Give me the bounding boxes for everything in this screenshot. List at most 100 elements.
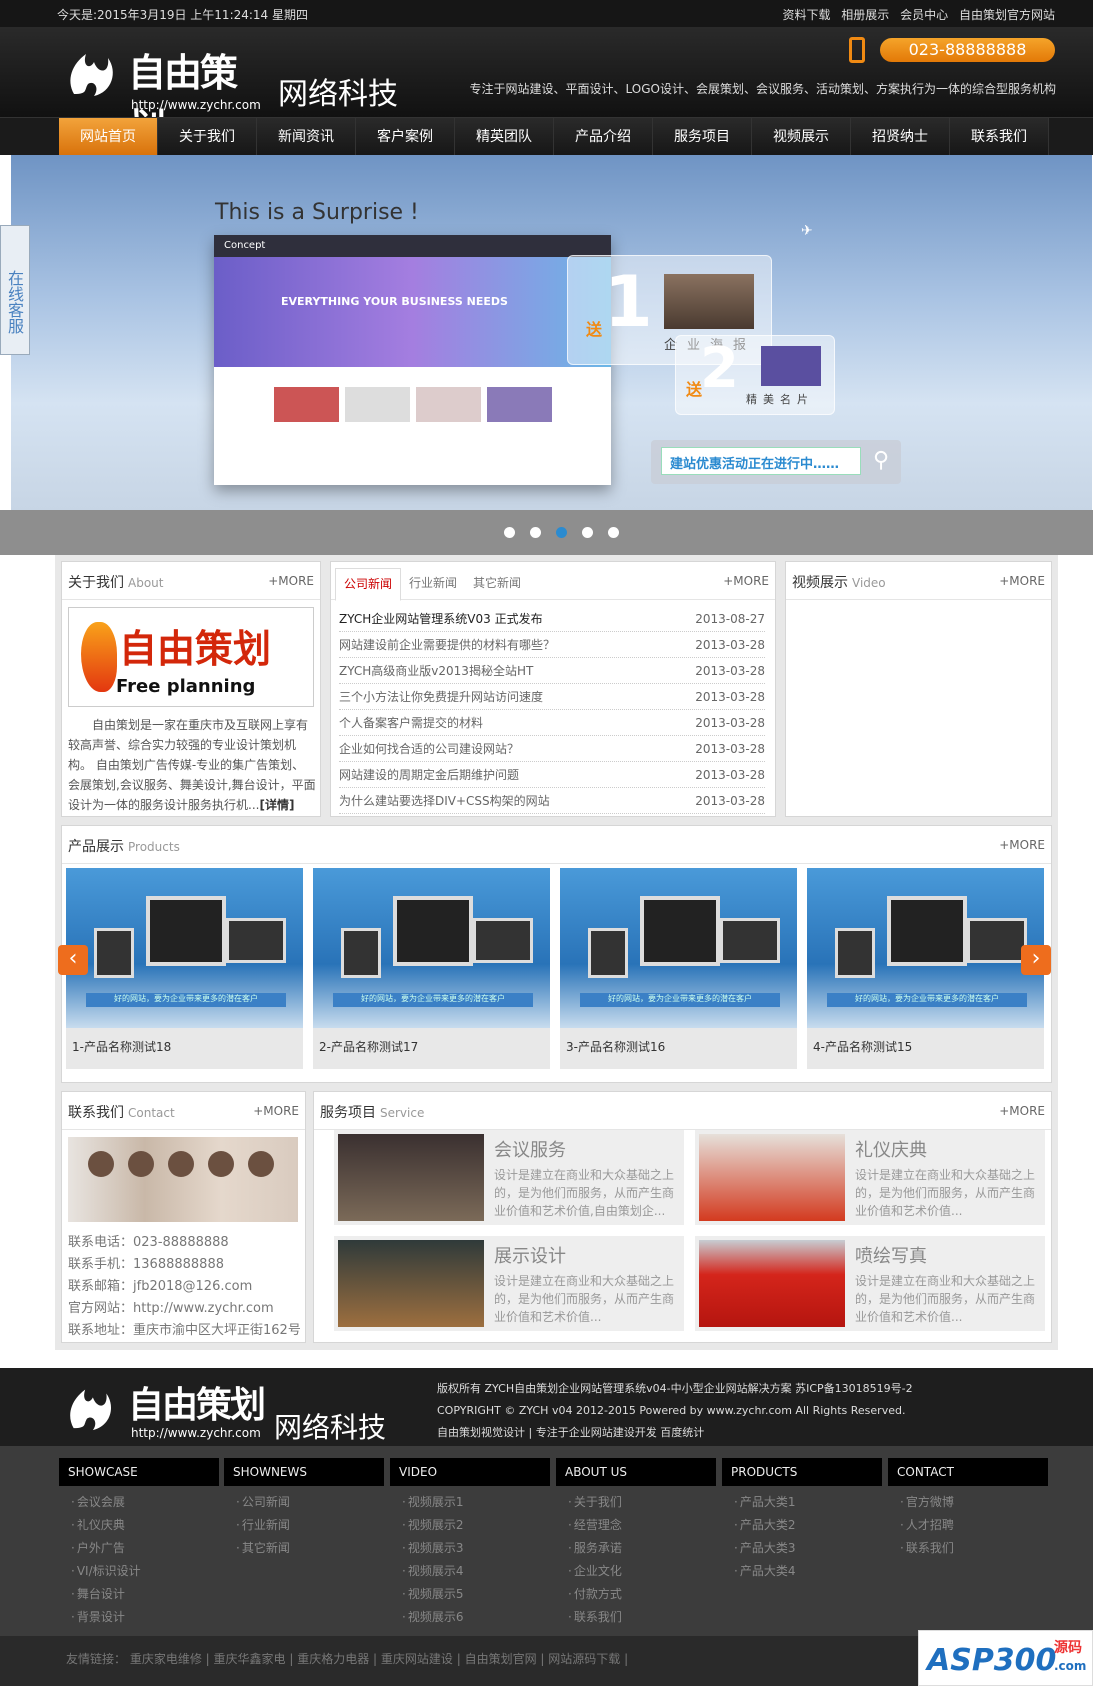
sitemap-link[interactable]: 视频展示6	[402, 1606, 550, 1629]
friend-link[interactable]: 重庆网站建设	[381, 1652, 453, 1666]
nav-services[interactable]: 服务项目	[653, 118, 752, 156]
nav-news[interactable]: 新闻资讯	[257, 118, 356, 156]
panel-title: 关于我们 About	[68, 575, 164, 591]
service-card[interactable]: 会议服务 设计是建立在商业和大众基础之上的，是为他们而服务，从而产生商业价值和艺…	[334, 1130, 684, 1225]
news-more-link[interactable]: +MORE	[723, 574, 769, 588]
tab-other-news[interactable]: 其它新闻	[465, 568, 529, 601]
sitemap-heading[interactable]: SHOWNEWS	[224, 1458, 384, 1486]
service-card[interactable]: 礼仪庆典 设计是建立在商业和大众基础之上的，是为他们而服务，从而产生商业价值和艺…	[695, 1130, 1045, 1225]
service-card[interactable]: 喷绘写真 设计是建立在商业和大众基础之上的，是为他们而服务，从而产生商业价值和艺…	[695, 1236, 1045, 1331]
top-link-album[interactable]: 相册展示	[841, 8, 889, 22]
sitemap-link[interactable]: 行业新闻	[236, 1514, 384, 1537]
news-item[interactable]: ZYCH企业网站管理系统V03 正式发布 2013-08-27	[339, 606, 765, 632]
news-item[interactable]: 网站建设的周期定金后期维护问题 2013-03-28	[339, 762, 765, 788]
sitemap-link[interactable]: 官方微博	[900, 1491, 1048, 1514]
slide-dot-3[interactable]	[556, 527, 567, 538]
friend-link[interactable]: 重庆华鑫家电	[214, 1652, 286, 1666]
sitemap-link[interactable]: 会议会展	[71, 1491, 219, 1514]
slide-dot-5[interactable]	[608, 527, 619, 538]
sitemap-link[interactable]: 视频展示2	[402, 1514, 550, 1537]
promo-search[interactable]: 建站优惠活动正在进行中…… ⚲	[651, 440, 901, 484]
sitemap-link[interactable]: 产品大类3	[734, 1537, 882, 1560]
friend-link[interactable]: 重庆家电维修	[130, 1652, 202, 1666]
service-card[interactable]: 展示设计 设计是建立在商业和大众基础之上的，是为他们而服务，从而产生商业价值和艺…	[334, 1236, 684, 1331]
slide-dot-2[interactable]	[530, 527, 541, 538]
sitemap-link[interactable]: 付款方式	[568, 1583, 716, 1606]
nav-products[interactable]: 产品介绍	[554, 118, 653, 156]
hero-banner[interactable]: This is a Surprise ! ✈ Concept EVERYTHIN…	[11, 155, 1092, 510]
about-detail-link[interactable]: [详情]	[259, 798, 294, 812]
copyright-line-3[interactable]: 自由策划视觉设计 | 专注于企业网站建设开发 百度统计	[437, 1422, 913, 1444]
sitemap-link[interactable]: 其它新闻	[236, 1537, 384, 1560]
news-item[interactable]: 个人备案客户需提交的材料 2013-03-28	[339, 710, 765, 736]
sitemap-link[interactable]: 舞台设计	[71, 1583, 219, 1606]
product-card[interactable]: 好的网站，要为企业带来更多的潜在客户 4-产品名称测试15	[807, 868, 1044, 1069]
nav-team[interactable]: 精英团队	[455, 118, 554, 156]
sitemap-link[interactable]: 关于我们	[568, 1491, 716, 1514]
tab-company-news[interactable]: 公司新闻	[335, 568, 402, 601]
site-logo[interactable]: 自由策划 http://www.zychr.com	[64, 42, 264, 150]
news-item[interactable]: 为什么建站要选择DIV+CSS构架的网站 2013-03-28	[339, 788, 765, 814]
sitemap-link[interactable]: 户外广告	[71, 1537, 219, 1560]
nav-home[interactable]: 网站首页	[59, 118, 158, 156]
slide-dot-4[interactable]	[582, 527, 593, 538]
sitemap-link[interactable]: 视频展示1	[402, 1491, 550, 1514]
prev-arrow-icon[interactable]: ‹	[58, 945, 88, 975]
news-item[interactable]: 企业如何找合适的公司建设网站？ 2013-03-28	[339, 736, 765, 762]
nav-about[interactable]: 关于我们	[158, 118, 257, 156]
service-more-link[interactable]: +MORE	[999, 1104, 1045, 1118]
tab-industry-news[interactable]: 行业新闻	[401, 568, 465, 601]
sitemap-link[interactable]: 服务承诺	[568, 1537, 716, 1560]
sitemap-link[interactable]: 联系我们	[900, 1537, 1048, 1560]
footer-logo[interactable]: 自由策划 http://www.zychr.com 网络科技	[64, 1376, 404, 1444]
sitemap-link[interactable]: 公司新闻	[236, 1491, 384, 1514]
news-item[interactable]: 三个小方法让你免费提升网站访问速度 2013-03-28	[339, 684, 765, 710]
top-link-download[interactable]: 资料下载	[782, 8, 830, 22]
product-card[interactable]: 好的网站，要为企业带来更多的潜在客户 3-产品名称测试16	[560, 868, 797, 1069]
sitemap-link[interactable]: 礼仪庆典	[71, 1514, 219, 1537]
nav-contact[interactable]: 联系我们	[950, 118, 1049, 156]
product-image: 好的网站，要为企业带来更多的潜在客户	[66, 868, 303, 1028]
contact-email[interactable]: 联系邮箱：jfb2018@126.com	[68, 1276, 301, 1298]
sitemap-link[interactable]: 产品大类2	[734, 1514, 882, 1537]
sitemap-heading[interactable]: SHOWCASE	[59, 1458, 219, 1486]
sitemap-link[interactable]: 视频展示3	[402, 1537, 550, 1560]
sitemap-link[interactable]: 产品大类1	[734, 1491, 882, 1514]
sitemap-link[interactable]: 视频展示4	[402, 1560, 550, 1583]
nav-video[interactable]: 视频展示	[752, 118, 851, 156]
friend-link[interactable]: 网站源码下载	[548, 1652, 620, 1666]
website-mockup: Concept EVERYTHING YOUR BUSINESS NEEDS	[214, 235, 611, 485]
sitemap-link[interactable]: 经营理念	[568, 1514, 716, 1537]
nav-cases[interactable]: 客户案例	[356, 118, 455, 156]
product-card[interactable]: 好的网站，要为企业带来更多的潜在客户 1-产品名称测试18	[66, 868, 303, 1069]
news-item[interactable]: ZYCH高级商业版v2013揭秘全站HT 2013-03-28	[339, 658, 765, 684]
contact-website[interactable]: 官方网站：http://www.zychr.com	[68, 1298, 301, 1320]
sitemap-heading[interactable]: ABOUT US	[556, 1458, 716, 1486]
nav-jobs[interactable]: 招贤纳士	[851, 118, 950, 156]
video-panel: 视频展示 Video +MORE	[785, 561, 1052, 817]
sitemap-link[interactable]: 企业文化	[568, 1560, 716, 1583]
news-item[interactable]: 网站建设前企业需要提供的材料有哪些？ 2013-03-28	[339, 632, 765, 658]
next-arrow-icon[interactable]: ›	[1021, 945, 1051, 975]
friend-link[interactable]: 自由策划官网	[465, 1652, 537, 1666]
contact-more-link[interactable]: +MORE	[253, 1104, 299, 1118]
sitemap-link[interactable]: 背景设计	[71, 1606, 219, 1629]
friend-link[interactable]: 重庆格力电器	[297, 1652, 369, 1666]
sitemap-heading[interactable]: PRODUCTS	[722, 1458, 882, 1486]
top-link-official[interactable]: 自由策划官方网站	[959, 8, 1055, 22]
sitemap-link[interactable]: VI/标识设计	[71, 1560, 219, 1583]
sitemap-link[interactable]: 产品大类4	[734, 1560, 882, 1583]
online-service-tab[interactable]: 在线客服	[0, 225, 30, 355]
top-link-member[interactable]: 会员中心	[900, 8, 948, 22]
sitemap-link[interactable]: 人才招聘	[900, 1514, 1048, 1537]
search-icon[interactable]: ⚲	[873, 448, 899, 474]
sitemap-heading[interactable]: VIDEO	[390, 1458, 550, 1486]
products-more-link[interactable]: +MORE	[999, 838, 1045, 852]
video-more-link[interactable]: +MORE	[999, 574, 1045, 588]
slide-dot-1[interactable]	[504, 527, 515, 538]
sitemap-link[interactable]: 联系我们	[568, 1606, 716, 1629]
about-more-link[interactable]: +MORE	[268, 574, 314, 588]
sitemap-link[interactable]: 视频展示5	[402, 1583, 550, 1606]
sitemap-heading[interactable]: CONTACT	[888, 1458, 1048, 1486]
product-card[interactable]: 好的网站，要为企业带来更多的潜在客户 2-产品名称测试17	[313, 868, 550, 1069]
